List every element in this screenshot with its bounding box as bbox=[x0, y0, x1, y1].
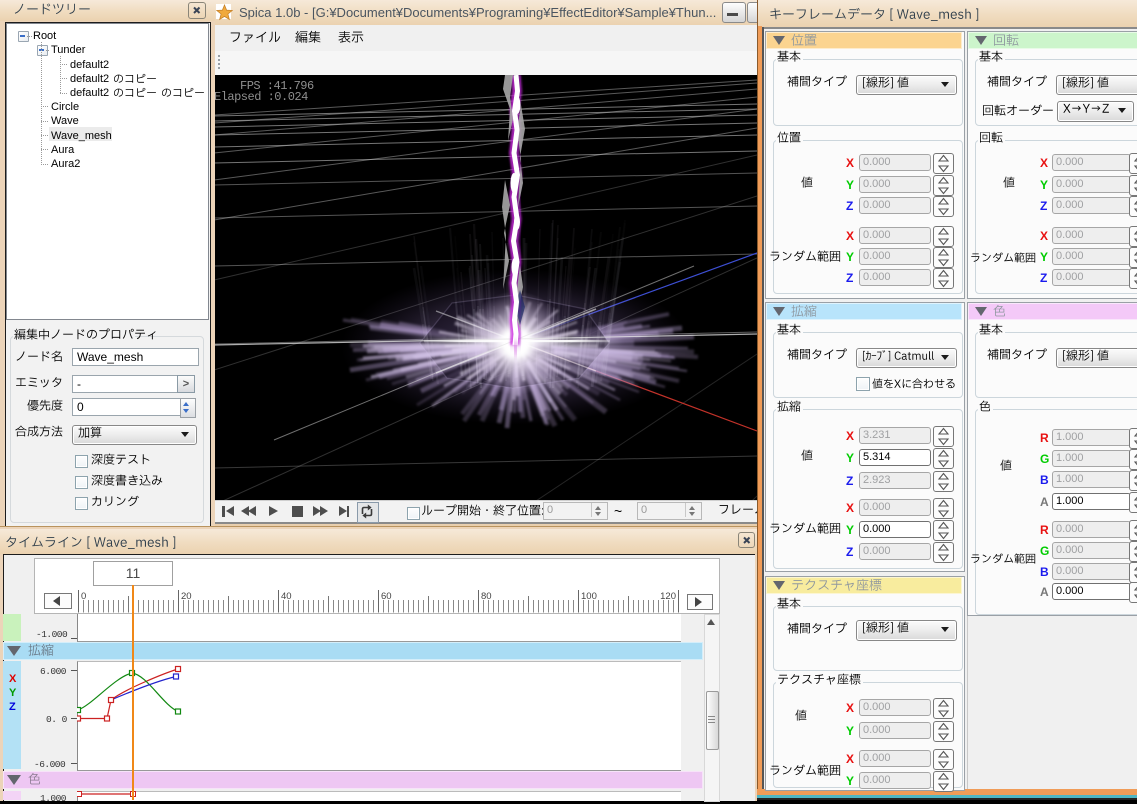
svg-text:60: 60 bbox=[381, 591, 392, 602]
svg-text:100: 100 bbox=[581, 591, 597, 602]
svg-text:0: 0 bbox=[81, 591, 86, 602]
svg-text:80: 80 bbox=[481, 591, 492, 602]
svg-text:40: 40 bbox=[281, 591, 292, 602]
svg-text:120: 120 bbox=[660, 591, 676, 602]
svg-text:20: 20 bbox=[181, 591, 192, 602]
